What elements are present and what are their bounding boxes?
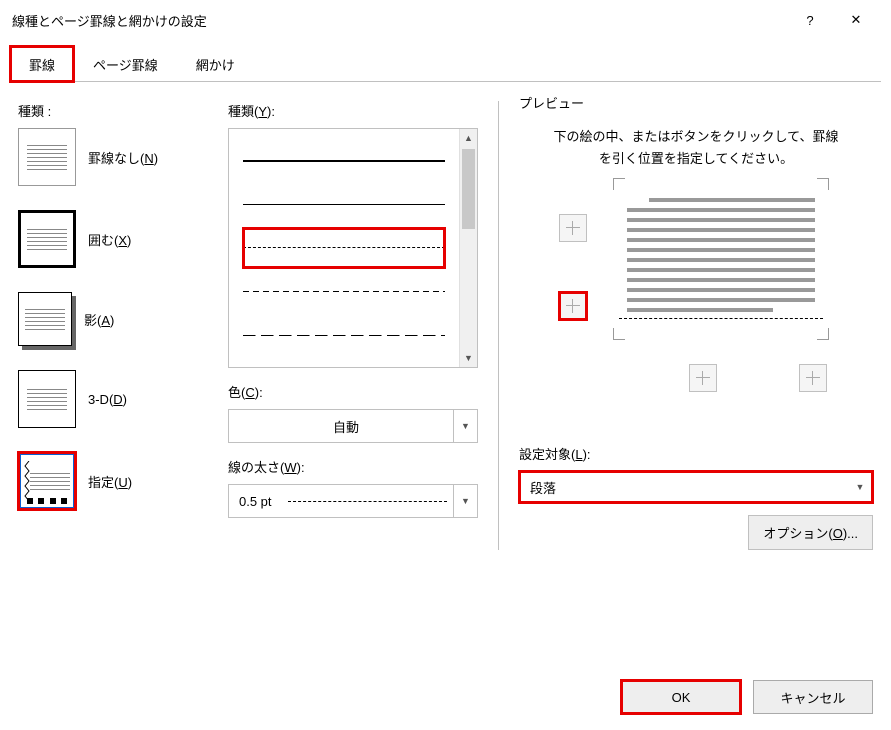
help-button[interactable]: ? (787, 0, 833, 40)
setting-none-label: 罫線なし(N) (88, 148, 158, 167)
thumb-box-icon (18, 210, 76, 268)
style-solid-thick[interactable] (243, 141, 445, 181)
style-listbox[interactable]: ▲ ▼ (228, 128, 478, 368)
thumb-none-icon (18, 128, 76, 186)
width-dropdown[interactable]: 0.5 pt ▼ (228, 484, 478, 518)
style-scrollbar[interactable]: ▲ ▼ (459, 129, 477, 367)
color-label: 色(C): (228, 382, 478, 401)
setting-label: 種類 : (18, 101, 208, 120)
tab-underline (10, 81, 881, 82)
style-long-dash[interactable] (243, 315, 445, 355)
zigzag-icon (24, 461, 30, 501)
setting-box-label: 囲む(X) (88, 230, 131, 249)
preview-canvas[interactable] (619, 184, 823, 334)
style-fine-dash[interactable] (243, 228, 445, 268)
grid-icon (696, 371, 710, 385)
setting-shadow-label: 影(A) (84, 310, 114, 329)
setting-3d[interactable]: 3-D(D) (18, 370, 208, 428)
edge-top-button[interactable] (559, 214, 587, 242)
dialog-buttons: OK キャンセル (621, 680, 873, 714)
preview-area (539, 184, 853, 384)
ok-button[interactable]: OK (621, 680, 741, 714)
setting-3d-label: 3-D(D) (88, 392, 127, 407)
color-value: 自動 (239, 417, 453, 436)
grid-icon (806, 371, 820, 385)
setting-none[interactable]: 罫線なし(N) (18, 128, 208, 186)
setting-box[interactable]: 囲む(X) (18, 210, 208, 268)
chevron-down-icon: ▼ (848, 472, 872, 502)
borders-shading-dialog: 線種とページ罫線と網かけの設定 ? ✕ 罫線 ページ罫線 網かけ 種類 : 罫線… (0, 0, 891, 730)
setting-custom-label: 指定(U) (88, 472, 132, 491)
preview-label: プレビュー (519, 93, 873, 112)
tab-strip: 罫線 ページ罫線 網かけ (10, 46, 881, 82)
close-icon: ✕ (851, 12, 862, 28)
edge-right-button[interactable] (799, 364, 827, 392)
preview-column: プレビュー 下の絵の中、またはボタンをクリックして、罫線を引く位置を指定してくだ… (498, 101, 873, 550)
edge-left-button[interactable] (689, 364, 717, 392)
apply-to-label: 設定対象(L): (519, 444, 873, 463)
tab-page-border[interactable]: ページ罫線 (74, 46, 177, 82)
grid-icon (566, 221, 580, 235)
tab-borders[interactable]: 罫線 (10, 46, 74, 82)
setting-shadow[interactable]: 影(A) (18, 292, 208, 346)
style-list (229, 129, 459, 367)
setting-column: 種類 : 罫線なし(N) 囲む(X) 影(A) 3-D(D) (18, 101, 208, 550)
dialog-body: 種類 : 罫線なし(N) 囲む(X) 影(A) 3-D(D) (0, 83, 891, 550)
apply-to-dropdown[interactable]: 段落 ▼ (519, 471, 873, 503)
style-med-dash[interactable] (243, 272, 445, 312)
preview-hint: 下の絵の中、またはボタンをクリックして、罫線を引く位置を指定してください。 (519, 120, 873, 184)
width-label: 線の太さ(W): (228, 457, 478, 476)
chevron-down-icon: ▼ (453, 485, 477, 517)
apply-to-value: 段落 (530, 478, 556, 497)
help-icon: ? (806, 13, 813, 28)
scroll-up-icon[interactable]: ▲ (460, 129, 477, 147)
titlebar: 線種とページ罫線と網かけの設定 ? ✕ (0, 0, 891, 40)
edge-bottom-button[interactable] (559, 292, 587, 320)
close-button[interactable]: ✕ (833, 0, 879, 40)
scroll-thumb[interactable] (462, 149, 475, 229)
width-value: 0.5 pt (239, 494, 272, 509)
style-solid-thin[interactable] (243, 184, 445, 224)
style-label: 種類(Y): (228, 101, 478, 120)
dialog-title: 線種とページ罫線と網かけの設定 (12, 11, 787, 30)
thumb-3d-icon (18, 370, 76, 428)
style-column: 種類(Y): ▲ ▼ 色(C): 自動 ▼ (228, 101, 478, 550)
setting-custom[interactable]: 指定(U) (18, 452, 208, 510)
width-sample-icon (288, 501, 447, 502)
grid-icon (566, 299, 580, 313)
thumb-custom-icon (18, 452, 76, 510)
options-button[interactable]: オプション(O)... (748, 515, 873, 550)
scroll-down-icon[interactable]: ▼ (460, 349, 477, 367)
chevron-down-icon: ▼ (453, 410, 477, 442)
tab-shading[interactable]: 網かけ (177, 46, 254, 82)
cancel-button[interactable]: キャンセル (753, 680, 873, 714)
color-dropdown[interactable]: 自動 ▼ (228, 409, 478, 443)
thumb-shadow-icon (18, 292, 72, 346)
